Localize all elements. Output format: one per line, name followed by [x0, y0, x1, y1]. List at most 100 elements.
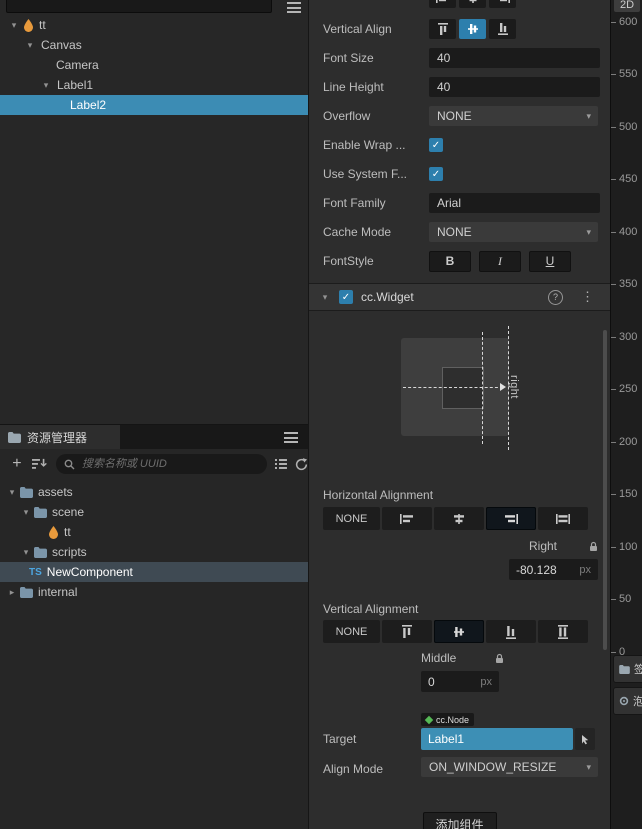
- chevron-down-icon[interactable]: ▾: [24, 40, 36, 50]
- halign-right-button-selected[interactable]: [486, 507, 536, 530]
- middle-offset-value: 0: [428, 674, 435, 689]
- widget-enabled-checkbox[interactable]: ✓: [339, 290, 353, 304]
- add-component-button[interactable]: 添加组件: [422, 812, 497, 829]
- field-label: Line Height: [323, 80, 384, 94]
- asset-node-internal[interactable]: ▸ internal: [0, 582, 308, 602]
- enable-wrap-checkbox[interactable]: ✓: [429, 138, 443, 152]
- lock-icon[interactable]: [589, 541, 598, 552]
- chevron-down-icon[interactable]: ▾: [20, 547, 32, 557]
- align-left-icon: [435, 0, 446, 3]
- hierarchy-menu-icon[interactable]: [287, 2, 301, 13]
- row-line-height: Line Height: [323, 76, 600, 98]
- asset-node-scripts[interactable]: ▾ scripts: [0, 542, 308, 562]
- walign-stretch-button[interactable]: [538, 620, 588, 643]
- inspector-scrollbar[interactable]: [603, 330, 607, 650]
- node-picker-button[interactable]: [575, 728, 595, 750]
- chevron-down-icon[interactable]: ▾: [8, 20, 20, 30]
- overflow-select[interactable]: NONE ▾: [429, 106, 598, 126]
- component-title: cc.Widget: [361, 290, 414, 304]
- panel-tab-label: 泡: [633, 693, 642, 709]
- valign-top-button[interactable]: [429, 19, 456, 39]
- align-center-icon: [469, 0, 476, 3]
- node-label: Label2: [70, 98, 107, 112]
- list-view-icon[interactable]: [275, 459, 288, 469]
- sort-assets-icon[interactable]: [31, 458, 48, 470]
- tree-node-label2-selected[interactable]: Label2: [0, 95, 308, 115]
- row-font-size: Font Size: [323, 47, 600, 69]
- docked-panel-tab-2[interactable]: 泡: [613, 687, 642, 715]
- chevron-down-icon[interactable]: ▾: [20, 507, 32, 517]
- lock-icon[interactable]: [495, 653, 504, 664]
- halign-left-button[interactable]: [382, 507, 432, 530]
- valign-middle-icon: [467, 24, 478, 34]
- use-system-font-checkbox[interactable]: ✓: [429, 167, 443, 181]
- inspector-panel: Vertical Align Font Size Line Height Ove…: [309, 0, 610, 829]
- tree-node-tt[interactable]: ▾ tt: [0, 15, 308, 35]
- middle-offset-field[interactable]: 0 px: [421, 671, 499, 692]
- create-asset-button[interactable]: +: [10, 456, 24, 472]
- cache-mode-select[interactable]: NONE ▾: [429, 222, 598, 242]
- align-center-button[interactable]: [459, 0, 486, 8]
- walign-none-button[interactable]: NONE: [323, 620, 380, 643]
- field-label: FontStyle: [323, 254, 374, 268]
- bold-button[interactable]: B: [429, 250, 471, 272]
- align-left-button[interactable]: [429, 0, 456, 8]
- walign-middle-icon: [454, 626, 464, 637]
- right-offset-field[interactable]: -80.128 px: [509, 559, 598, 580]
- row-font-style: FontStyle B I U: [323, 250, 598, 272]
- chevron-down-icon[interactable]: ▾: [40, 80, 52, 90]
- field-label: Font Family: [323, 196, 386, 210]
- walign-middle-button-selected[interactable]: [434, 620, 484, 643]
- refresh-icon[interactable]: [295, 457, 308, 471]
- tree-node-label1[interactable]: ▾ Label1: [0, 75, 308, 95]
- align-right-button[interactable]: [489, 0, 516, 8]
- target-label: Target: [323, 732, 357, 746]
- right-offset-label-row: Right: [509, 539, 598, 553]
- asset-label: internal: [38, 585, 78, 599]
- valign-bottom-button[interactable]: [489, 19, 516, 39]
- underline-button[interactable]: U: [529, 250, 571, 272]
- asset-node-newcomponent-selected[interactable]: TS NewComponent: [0, 562, 308, 582]
- folder-icon: [34, 506, 47, 518]
- line-height-input[interactable]: [429, 77, 600, 97]
- asset-node-scene[interactable]: ▾ scene: [0, 502, 308, 522]
- halign-stretch-button[interactable]: [538, 507, 588, 530]
- help-icon[interactable]: ?: [548, 289, 563, 305]
- unit-label: px: [480, 675, 492, 688]
- italic-button[interactable]: I: [479, 250, 521, 272]
- assets-menu-icon[interactable]: [284, 432, 298, 443]
- chevron-down-icon[interactable]: ▾: [6, 487, 18, 497]
- target-node-field[interactable]: Label1: [421, 728, 573, 750]
- font-family-input[interactable]: [429, 193, 600, 213]
- valign-middle-button-selected[interactable]: [459, 19, 486, 39]
- right-offset-label: Right: [529, 539, 558, 553]
- asset-node-tt-scene[interactable]: tt: [0, 522, 308, 542]
- chevron-right-icon[interactable]: ▸: [6, 587, 18, 597]
- tree-node-camera[interactable]: Camera: [0, 55, 308, 75]
- chevron-down-icon[interactable]: ▾: [319, 292, 331, 302]
- hierarchy-filter-bar[interactable]: [6, 0, 272, 13]
- halign-none-button[interactable]: NONE: [323, 507, 380, 530]
- halign-center-button[interactable]: [434, 507, 484, 530]
- walign-top-button[interactable]: [382, 620, 432, 643]
- widget-component-header[interactable]: ▾ ✓ cc.Widget ? ⋮: [309, 283, 610, 311]
- kebab-menu-icon[interactable]: ⋮: [581, 289, 594, 305]
- vertical-alignment-heading: Vertical Alignment: [323, 602, 419, 616]
- font-size-input[interactable]: [429, 48, 600, 68]
- assets-panel-tab[interactable]: 资源管理器: [0, 425, 120, 449]
- docked-panel-tab-1[interactable]: 签: [613, 655, 642, 683]
- asset-search-box[interactable]: [55, 454, 268, 474]
- node-diamond-icon: [424, 715, 434, 724]
- halign-center-icon: [454, 513, 464, 524]
- tree-node-canvas[interactable]: ▾ Canvas: [0, 35, 308, 55]
- panel-icon: [619, 664, 630, 674]
- asset-search-input[interactable]: [79, 457, 234, 471]
- asset-node-assets[interactable]: ▾ assets: [0, 482, 308, 502]
- folder-icon: [20, 486, 33, 498]
- row-vertical-align: Vertical Align: [323, 18, 598, 40]
- unit-label: px: [579, 563, 591, 576]
- align-mode-select[interactable]: ON_WINDOW_RESIZE ▾: [421, 757, 598, 777]
- 2d-view-toggle[interactable]: 2D: [614, 0, 640, 12]
- walign-bottom-button[interactable]: [486, 620, 536, 643]
- node-type-label: cc.Node: [436, 714, 470, 725]
